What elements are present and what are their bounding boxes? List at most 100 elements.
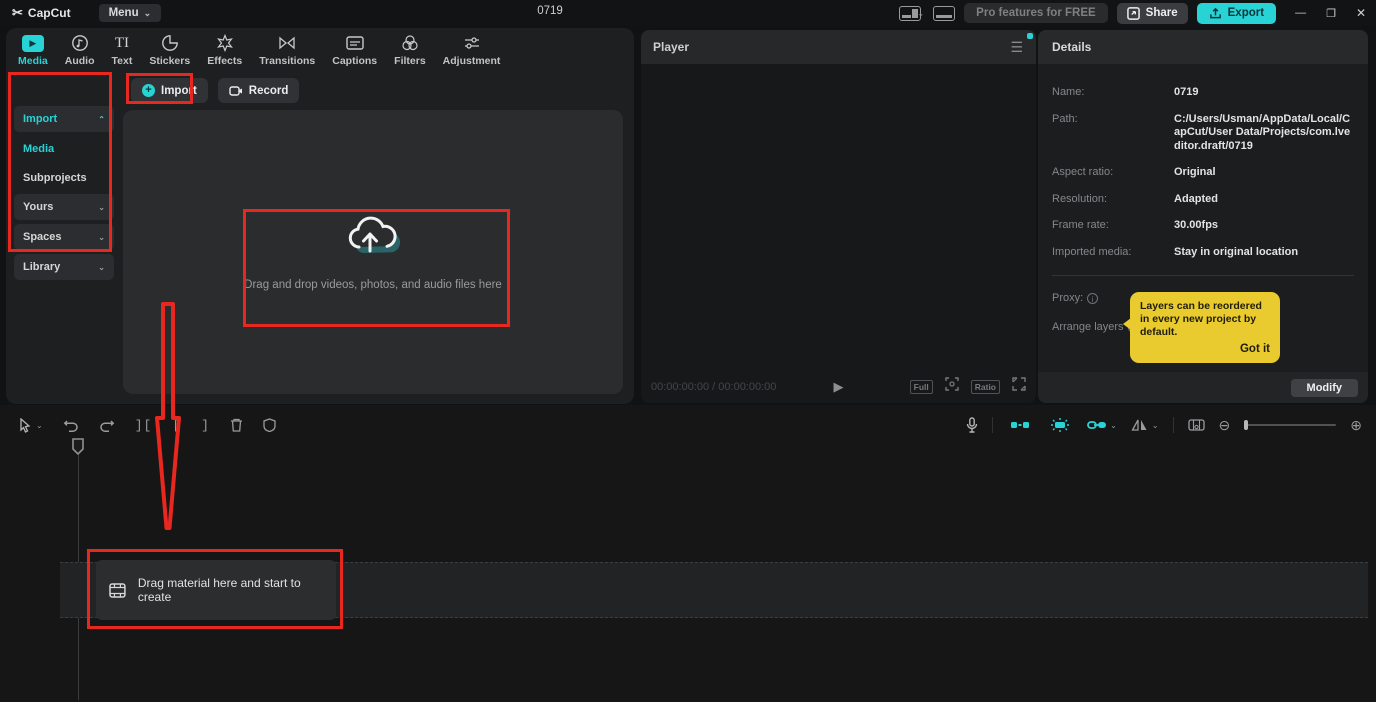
tab-adjustment[interactable]: Adjustment xyxy=(443,33,501,67)
capcut-logo: ✂ CapCut xyxy=(12,5,71,21)
tab-text[interactable]: TI Text xyxy=(112,33,133,67)
preview-frames-button[interactable] xyxy=(1188,418,1205,432)
menu-label: Menu xyxy=(109,7,139,19)
close-button[interactable]: ✕ xyxy=(1356,6,1366,20)
sidebar-item-import[interactable]: Import ⌃ xyxy=(14,106,114,132)
delete-button[interactable] xyxy=(230,418,243,432)
detail-label: Resolution: xyxy=(1052,193,1174,207)
mirror-tool-button[interactable]: ⌄ xyxy=(1131,418,1159,432)
got-it-button[interactable]: Got it xyxy=(1140,343,1270,356)
tab-filters[interactable]: Filters xyxy=(394,33,426,67)
tab-label: Effects xyxy=(207,55,242,67)
import-button[interactable]: + Import xyxy=(131,78,208,103)
share-button[interactable]: Share xyxy=(1117,3,1188,24)
import-label: Import xyxy=(161,85,197,97)
timeline-toolbar: ⌄ ][ [ ] ⌄ ⌄ xyxy=(0,409,1376,441)
detail-label: Frame rate: xyxy=(1052,219,1174,233)
capcut-window: ✂ CapCut Menu ⌄ 0719 ⌄ Pro features for … xyxy=(0,0,1376,702)
magnetic-snap-button[interactable] xyxy=(1007,415,1033,435)
export-button[interactable]: Export xyxy=(1197,3,1276,24)
redo-button[interactable] xyxy=(99,418,115,432)
modify-button[interactable]: Modify xyxy=(1291,379,1358,397)
full-button[interactable]: Full xyxy=(910,380,933,394)
sidebar-item-label: Subprojects xyxy=(23,172,87,184)
cover-icon[interactable] xyxy=(263,418,276,432)
chevron-down-icon: ⌄ xyxy=(98,203,105,212)
undo-button[interactable] xyxy=(63,418,79,432)
tab-media[interactable]: ▶ Media xyxy=(18,33,48,67)
divider xyxy=(1173,417,1174,433)
share-label: Share xyxy=(1146,7,1178,19)
ratio-button[interactable]: Ratio xyxy=(971,380,1000,394)
record-button[interactable]: Record xyxy=(218,78,300,103)
linked-clips-button[interactable]: ⌄ xyxy=(1087,418,1117,432)
slider-handle[interactable] xyxy=(1244,420,1248,430)
stickers-icon xyxy=(161,33,179,53)
details-title: Details xyxy=(1038,30,1368,64)
tab-stickers[interactable]: Stickers xyxy=(149,33,190,67)
timeline-zoom-slider[interactable] xyxy=(1244,424,1336,426)
detail-row-path: Path: C:/Users/Usman/AppData/Local/CapCu… xyxy=(1052,113,1354,154)
split-right-icon[interactable]: ] xyxy=(201,418,210,433)
pro-features-button[interactable]: Pro features for FREE xyxy=(964,3,1108,23)
share-icon xyxy=(1127,7,1140,20)
record-icon xyxy=(229,85,243,97)
panel-toggle-icon[interactable] xyxy=(933,6,955,21)
sidebar-item-media[interactable]: Media xyxy=(14,136,114,162)
tab-transitions[interactable]: Transitions xyxy=(259,33,315,67)
sidebar-item-yours[interactable]: Yours ⌄ xyxy=(14,194,114,220)
restore-button[interactable]: ❐ xyxy=(1326,7,1336,20)
focus-icon[interactable] xyxy=(945,377,959,396)
fullscreen-icon[interactable] xyxy=(1012,377,1026,396)
zoom-out-icon[interactable]: ⊖ xyxy=(1219,417,1231,434)
timeline-drop-target[interactable]: Drag material here and start to create xyxy=(96,560,336,620)
player-panel: Player ☰ 00:00:00:00 / 00:00:00:00 ▶ Ful… xyxy=(641,30,1036,403)
proxy-label: Proxy: xyxy=(1052,292,1083,304)
sidebar-item-label: Library xyxy=(23,261,60,273)
link-icon xyxy=(1087,418,1107,432)
filters-icon xyxy=(401,33,419,53)
film-icon xyxy=(109,583,126,598)
auto-align-button[interactable] xyxy=(1047,415,1073,435)
minimize-button[interactable]: — xyxy=(1295,7,1306,19)
select-tool[interactable]: ⌄ xyxy=(18,418,43,433)
time-display: 00:00:00:00 / 00:00:00:00 xyxy=(651,381,776,393)
sidebar-item-library[interactable]: Library ⌄ xyxy=(14,254,114,280)
detail-row-resolution: Resolution: Adapted xyxy=(1052,193,1354,207)
mirror-icon xyxy=(1131,418,1149,432)
detail-row-aspect-ratio: Aspect ratio: Original xyxy=(1052,166,1354,180)
split-icon[interactable]: ][ xyxy=(135,418,153,433)
sidebar-item-label: Spaces xyxy=(23,231,62,243)
text-icon: TI xyxy=(115,33,129,53)
divider xyxy=(992,417,993,433)
media-dropzone[interactable]: Drag and drop videos, photos, and audio … xyxy=(123,110,623,394)
zoom-in-icon[interactable]: ⊕ xyxy=(1350,417,1362,434)
sidebar-item-subprojects[interactable]: Subprojects xyxy=(14,165,114,191)
detail-label: Name: xyxy=(1052,86,1174,100)
info-icon[interactable]: i xyxy=(1087,293,1098,304)
detail-row-imported-media: Imported media: Stay in original locatio… xyxy=(1052,246,1354,260)
sidebar-item-label: Yours xyxy=(23,201,53,213)
tab-effects[interactable]: Effects xyxy=(207,33,242,67)
tab-label: Media xyxy=(18,55,48,67)
record-voiceover-button[interactable] xyxy=(966,417,978,433)
sidebar-item-label: Media xyxy=(23,143,54,155)
ribbon-tabs: ▶ Media Audio TI Text Stickers Effects xyxy=(6,28,634,70)
effects-icon xyxy=(216,33,234,53)
sidebar-item-spaces[interactable]: Spaces ⌄ xyxy=(14,224,114,250)
timeline-panel: ⌄ ][ [ ] ⌄ ⌄ xyxy=(0,405,1376,702)
hamburger-menu-icon[interactable]: ☰ xyxy=(1010,39,1024,56)
title-bar: ✂ CapCut Menu ⌄ 0719 ⌄ Pro features for … xyxy=(0,0,1376,26)
tab-captions[interactable]: Captions xyxy=(332,33,377,67)
plus-icon: + xyxy=(142,84,155,97)
detail-value: 0719 xyxy=(1174,86,1198,100)
tab-label: Transitions xyxy=(259,55,315,67)
export-label: Export xyxy=(1228,7,1264,19)
play-button[interactable]: ▶ xyxy=(834,379,844,395)
split-left-icon[interactable]: [ xyxy=(172,418,181,433)
tab-audio[interactable]: Audio xyxy=(65,33,95,67)
cursor-icon xyxy=(18,418,32,433)
menu-button[interactable]: Menu ⌄ xyxy=(99,4,162,22)
layout-switcher[interactable]: ⌄ xyxy=(899,6,924,21)
capcut-logo-icon: ✂ xyxy=(12,5,23,21)
